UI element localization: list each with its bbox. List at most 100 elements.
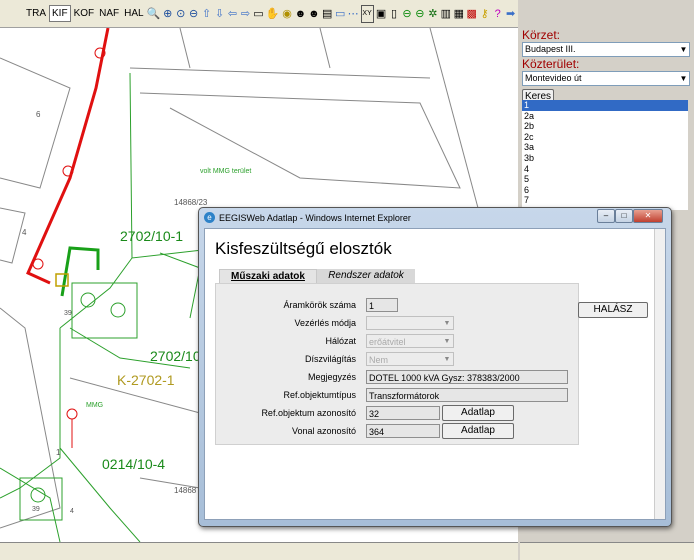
mode-hal-button[interactable]: HAL — [122, 6, 145, 21]
image-icon[interactable]: ▣ — [376, 6, 387, 22]
pan-down-icon[interactable]: ⇩ — [214, 6, 225, 22]
building-outline — [0, 57, 71, 189]
halasz-button[interactable]: HALÁSZ — [578, 302, 648, 318]
key-icon[interactable]: ⚷ — [479, 6, 490, 22]
network-trace-icon[interactable]: ✲ — [427, 6, 438, 22]
pan-up-icon[interactable]: ⇧ — [201, 6, 212, 22]
help-icon[interactable]: ? — [492, 6, 503, 22]
pan-right-icon[interactable]: ⇨ — [240, 6, 251, 22]
list-item[interactable]: 2b — [522, 121, 688, 132]
technical-panel: Áramkörök száma 1 Vezérlés módja ▼ Hálóz… — [215, 283, 579, 445]
chevron-down-icon[interactable]: ▼ — [441, 335, 453, 347]
map-label-parcel: 14868/23 — [174, 198, 208, 207]
network-select[interactable]: erőátvitel ▼ — [366, 334, 454, 348]
zoom-out-icon[interactable]: ⊖ — [188, 6, 199, 22]
list-item[interactable]: 1 — [522, 100, 688, 111]
street-select[interactable]: Montevideo út ▼ — [522, 71, 690, 86]
green-node-icon[interactable]: ⊖ — [401, 6, 412, 22]
zoom-in-icon[interactable]: ⊕ — [162, 6, 173, 22]
vertical-scrollbar[interactable] — [654, 229, 665, 519]
house-number-list[interactable]: 1 2a 2b 2c 3a 3b 4 5 6 7 — [522, 100, 688, 210]
datasheet-dialog: e EEGISWeb Adatlap - Windows Internet Ex… — [198, 207, 672, 527]
line-datasheet-button[interactable]: Adatlap — [442, 423, 514, 439]
report-icon[interactable]: ▦ — [453, 6, 464, 22]
map-label-4: 4 — [22, 228, 27, 237]
mode-kof-button[interactable]: KOF — [72, 6, 97, 21]
note-field[interactable]: DOTEL 1000 kVA Gysz: 378383/2000 — [366, 370, 568, 384]
pan-left-icon[interactable]: ⇦ — [227, 6, 238, 22]
selected-cable — [60, 246, 100, 297]
refobj-datasheet-button[interactable]: Adatlap — [442, 405, 514, 421]
mv-node — [32, 258, 44, 270]
street-edge — [179, 28, 191, 69]
distance-icon[interactable]: ⋯ — [348, 6, 359, 22]
cable-line — [0, 467, 61, 542]
chevron-down-icon[interactable]: ▼ — [678, 72, 689, 85]
control-select[interactable]: ▼ — [366, 316, 454, 330]
map-label-parcel-2: 14868 — [174, 486, 197, 495]
refobj-type-field[interactable]: Transzformátorok — [366, 388, 568, 402]
list-item[interactable]: 7 — [522, 195, 688, 206]
hand-pan-icon[interactable]: ✋ — [266, 6, 280, 22]
info-head2-icon[interactable]: ☻ — [308, 6, 320, 22]
tab-technical[interactable]: Műszaki adatok — [219, 269, 317, 284]
line-id-label: Vonal azonosító — [291, 426, 356, 436]
status-bar — [0, 542, 518, 560]
list-item[interactable]: 2c — [522, 132, 688, 143]
chevron-down-icon[interactable]: ▼ — [441, 317, 453, 329]
lighting-value: Nem — [369, 355, 389, 365]
status-bar-right — [520, 542, 694, 560]
zoom-icon[interactable]: ⊙ — [175, 6, 186, 22]
district-value: Budapest III. — [525, 44, 576, 54]
list-item[interactable]: 4 — [522, 164, 688, 175]
map-label-station-1: 2702/10-1 — [120, 228, 184, 244]
transformer-symbol — [30, 487, 46, 503]
mode-tra-button[interactable]: TRA — [24, 6, 48, 21]
list-item[interactable]: 5 — [522, 174, 688, 185]
xy-coordinate-icon[interactable]: XY — [360, 4, 374, 23]
layers-icon[interactable]: ◉ — [282, 6, 293, 22]
map-label-station-3: 0214/10-4 — [102, 456, 166, 472]
refobj-id-field[interactable]: 32 — [366, 406, 440, 420]
network-label: Hálózat — [325, 336, 356, 346]
info-head-icon[interactable]: ☻ — [295, 6, 307, 22]
line-id-field[interactable]: 364 — [366, 424, 440, 438]
tab-technical-label: Műszaki adatok — [231, 271, 305, 282]
map-label-39b: 39 — [32, 506, 40, 513]
maximize-button[interactable]: □ — [615, 209, 633, 223]
list-item[interactable]: 3a — [522, 142, 688, 153]
document-icon[interactable]: ▯ — [389, 6, 400, 22]
map-label-station-2: 2702/10 — [150, 348, 201, 364]
list-item[interactable]: 3b — [522, 153, 688, 164]
map-label-39: 39 — [64, 310, 72, 317]
search-icon[interactable]: 🔍 — [147, 6, 161, 22]
measure-icon[interactable]: ▭ — [335, 6, 346, 22]
forward-arrow-icon[interactable]: ➡ — [505, 6, 516, 22]
list-item[interactable]: 2a — [522, 111, 688, 122]
minimize-button[interactable]: – — [597, 209, 615, 223]
export-icon[interactable]: ▥ — [440, 6, 451, 22]
map-toolbar: TRA KIF KOF NAF HAL 🔍 ⊕ ⊙ ⊖ ⇧ ⇩ ⇦ ⇨ ▭ ✋ … — [0, 0, 518, 28]
lighting-select[interactable]: Nem ▼ — [366, 352, 454, 366]
circuits-label: Áramkörök száma — [283, 300, 356, 310]
lighting-label: Díszvilágítás — [304, 354, 356, 364]
list-item[interactable]: 6 — [522, 185, 688, 196]
district-select[interactable]: Budapest III. ▼ — [522, 42, 690, 57]
pdf-icon[interactable]: ▩ — [466, 6, 477, 22]
mode-kif-button[interactable]: KIF — [49, 5, 71, 22]
ie-icon: e — [204, 212, 215, 223]
cable-line — [59, 257, 133, 329]
chevron-down-icon[interactable]: ▼ — [441, 353, 453, 365]
zoom-box-icon[interactable]: ▭ — [253, 6, 264, 22]
side-header-strip — [518, 0, 694, 28]
close-button[interactable]: ✕ — [633, 209, 663, 223]
street-label: Közterület: — [522, 57, 580, 71]
chevron-down-icon[interactable]: ▼ — [678, 43, 689, 56]
control-label: Vezérlés módja — [294, 318, 356, 328]
tab-system[interactable]: Rendszer adatok — [317, 269, 415, 283]
network-value: erőátvitel — [369, 337, 406, 347]
green-node2-icon[interactable]: ⊖ — [414, 6, 425, 22]
circuits-field[interactable]: 1 — [366, 298, 398, 312]
mode-naf-button[interactable]: NAF — [97, 6, 121, 21]
print-icon[interactable]: ▤ — [322, 6, 333, 22]
